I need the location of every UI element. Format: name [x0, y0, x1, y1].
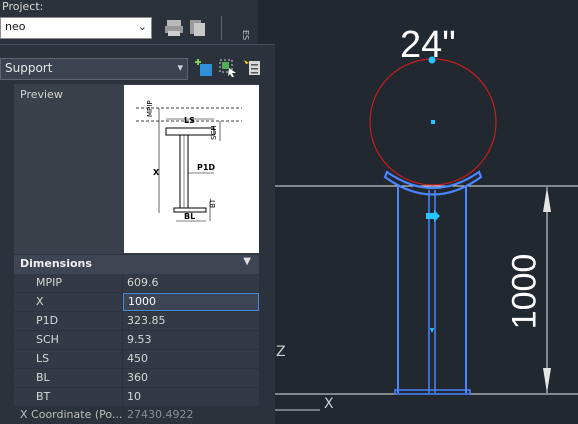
- side-tab-label[interactable]: ES: [241, 30, 250, 40]
- dimensions-section-header[interactable]: Dimensions ▼: [14, 255, 259, 274]
- preview-label-mpip: MPIP: [146, 100, 154, 117]
- pipe-center-grip[interactable]: [431, 120, 435, 124]
- property-name: LS: [14, 350, 122, 368]
- preview-label-x: X: [153, 168, 160, 177]
- project-label: Project:: [2, 0, 44, 13]
- property-value-input[interactable]: 1000: [123, 293, 259, 311]
- property-value[interactable]: 10: [123, 388, 259, 406]
- property-row-bl[interactable]: BL 360: [14, 369, 259, 388]
- preview-label: Preview: [20, 88, 63, 101]
- property-value[interactable]: 450: [123, 350, 259, 368]
- property-name: P1D: [14, 312, 122, 330]
- add-icon[interactable]: [195, 59, 213, 77]
- preview-label-bl: BL: [184, 212, 196, 221]
- pipe-size-label: 24": [400, 24, 456, 66]
- property-row-sch[interactable]: SCH 9.53: [14, 331, 259, 350]
- ucs-x-label: X: [324, 396, 334, 412]
- preview-label-ls: LS: [184, 116, 195, 125]
- select-objects-icon[interactable]: [219, 59, 237, 77]
- support-preview-image: [124, 85, 259, 253]
- chevron-down-icon: ▾: [177, 61, 183, 74]
- property-row-p1d[interactable]: P1D 323.85: [14, 312, 259, 331]
- project-combo[interactable]: neo ⌄: [0, 17, 152, 39]
- chevron-down-icon: ⌄: [137, 20, 147, 33]
- copy-icon[interactable]: [188, 18, 208, 38]
- property-name: BL: [14, 369, 122, 387]
- property-name: MPIP: [14, 274, 122, 292]
- property-name: X: [14, 293, 122, 311]
- property-row-mpip[interactable]: MPIP 609.6: [14, 274, 259, 293]
- property-row-ls[interactable]: LS 450: [14, 350, 259, 369]
- x-coordinate-value[interactable]: 27430.4922: [127, 408, 193, 421]
- type-combo[interactable]: Support ▾: [0, 58, 188, 80]
- quick-select-icon[interactable]: [243, 59, 261, 77]
- project-combo-value: neo: [5, 20, 26, 33]
- print-icon[interactable]: [164, 18, 184, 38]
- collapse-arrow-icon[interactable]: ▼: [243, 256, 251, 267]
- property-row-x[interactable]: X 1000: [14, 293, 259, 312]
- type-combo-value: Support: [5, 61, 53, 75]
- preview-label-sch: SCH: [210, 125, 218, 140]
- property-value[interactable]: 323.85: [123, 312, 259, 330]
- toolbar-separator: [221, 16, 222, 40]
- x-coordinate-row[interactable]: X Coordinate (Po... 27430.4922: [0, 407, 259, 423]
- x-coordinate-label: X Coordinate (Po...: [20, 408, 123, 421]
- dimension-text: 1000: [505, 253, 544, 330]
- property-name: SCH: [14, 331, 122, 349]
- property-value[interactable]: 360: [123, 369, 259, 387]
- property-row-bt[interactable]: BT 10: [14, 388, 259, 407]
- property-value[interactable]: 609.6: [123, 274, 259, 292]
- preview-label-bt: BT: [209, 198, 217, 208]
- property-name: BT: [14, 388, 122, 406]
- dimensions-header-label: Dimensions: [20, 257, 92, 270]
- preview-label-p1d: P1D: [197, 163, 216, 172]
- ucs-z-label: Z: [276, 344, 286, 360]
- property-value[interactable]: 9.53: [123, 331, 259, 349]
